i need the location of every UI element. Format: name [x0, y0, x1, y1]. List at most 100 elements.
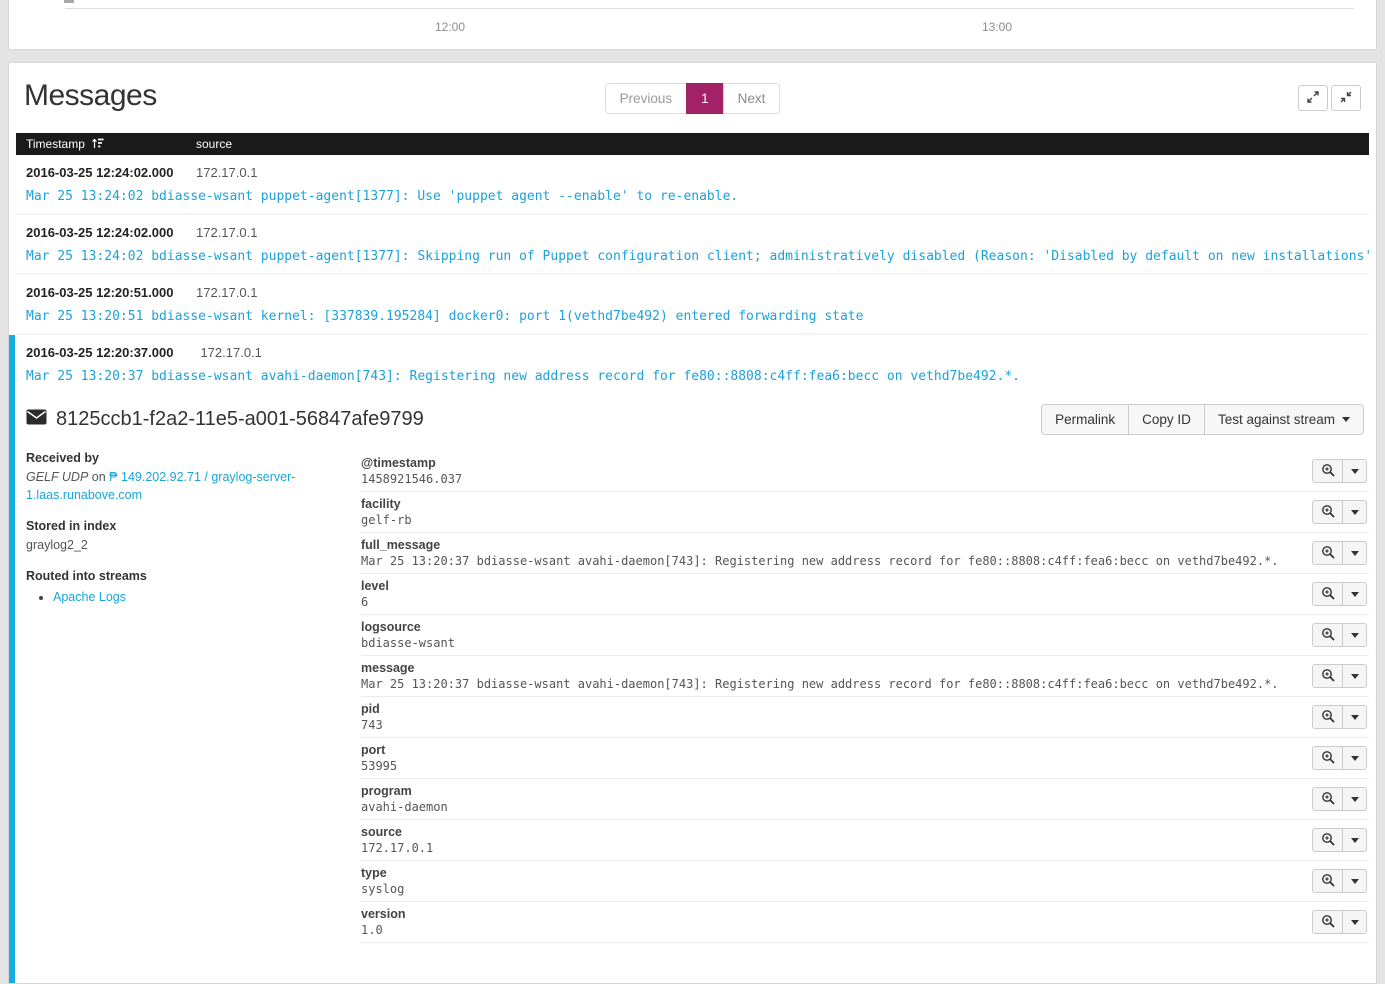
- chevron-down-icon: [1342, 417, 1350, 422]
- message-row[interactable]: 2016-03-25 12:24:02.000172.17.0.1Mar 25 …: [16, 215, 1369, 275]
- pagination: Previous 1 Next: [605, 83, 781, 114]
- field-name: full_message: [361, 538, 1299, 552]
- copy-id-button[interactable]: Copy ID: [1128, 404, 1205, 435]
- chevron-down-icon: [1351, 879, 1359, 884]
- stream-link[interactable]: Apache Logs: [53, 590, 126, 604]
- index-name: graylog2_2: [26, 536, 336, 554]
- magnifier-plus-icon: [1321, 463, 1335, 480]
- field-main: logsourcebdiasse-wsant: [361, 620, 1299, 650]
- pagination-next-button[interactable]: Next: [723, 83, 781, 114]
- message-timestamp: 2016-03-25 12:20:51.000: [26, 285, 196, 300]
- field-actions-dropdown[interactable]: [1342, 623, 1367, 647]
- envelope-icon: [26, 409, 47, 430]
- chevron-down-icon: [1351, 510, 1359, 515]
- field-row: messageMar 25 13:20:37 bdiasse-wsant ava…: [361, 656, 1369, 697]
- field-actions-dropdown[interactable]: [1342, 910, 1367, 934]
- field-name: source: [361, 825, 1299, 839]
- field-search-button[interactable]: [1312, 828, 1343, 852]
- field-value: 53995: [361, 759, 1299, 773]
- expand-panel-button[interactable]: [1298, 85, 1328, 111]
- routed-streams-label: Routed into streams: [26, 569, 336, 583]
- field-row: typesyslog: [361, 861, 1369, 902]
- field-search-button[interactable]: [1312, 623, 1343, 647]
- chevron-down-icon: [1351, 469, 1359, 474]
- message-text: Mar 25 13:24:02 bdiasse-wsant puppet-age…: [26, 189, 1369, 204]
- message-meta: 2016-03-25 12:24:02.000172.17.0.1: [26, 224, 1369, 242]
- field-actions-dropdown[interactable]: [1342, 746, 1367, 770]
- field-actions: [1313, 623, 1367, 647]
- field-search-button[interactable]: [1312, 869, 1343, 893]
- stored-in-index-section: Stored in index graylog2_2: [26, 519, 336, 554]
- field-search-button[interactable]: [1312, 705, 1343, 729]
- field-search-button[interactable]: [1312, 582, 1343, 606]
- field-row: facilitygelf-rb: [361, 492, 1369, 533]
- field-search-button[interactable]: [1312, 459, 1343, 483]
- field-actions-dropdown[interactable]: [1342, 869, 1367, 893]
- chevron-down-icon: [1351, 838, 1359, 843]
- message-source: 172.17.0.1: [196, 285, 257, 300]
- results-table-header: Timestamp source: [16, 133, 1369, 155]
- magnifier-plus-icon: [1321, 586, 1335, 603]
- column-header-timestamp[interactable]: Timestamp: [16, 137, 196, 152]
- message-source: 172.17.0.1: [196, 225, 257, 240]
- test-against-stream-dropdown[interactable]: Test against stream: [1204, 404, 1364, 435]
- message-actions: Permalink Copy ID Test against stream: [1042, 404, 1364, 435]
- field-main: version1.0: [361, 907, 1299, 937]
- chevron-down-icon: [1351, 756, 1359, 761]
- field-actions: [1313, 787, 1367, 811]
- field-search-button[interactable]: [1312, 746, 1343, 770]
- field-row: @timestamp1458921546.037: [361, 451, 1369, 492]
- field-main: pid743: [361, 702, 1299, 732]
- field-actions-dropdown[interactable]: [1342, 664, 1367, 688]
- stored-in-index-label: Stored in index: [26, 519, 336, 533]
- message-row[interactable]: 2016-03-25 12:24:02.000172.17.0.1Mar 25 …: [16, 155, 1369, 215]
- timestamp-column-label: Timestamp: [26, 137, 85, 151]
- stream-list-item: Apache Logs: [53, 588, 336, 606]
- field-search-button[interactable]: [1312, 664, 1343, 688]
- field-row: logsourcebdiasse-wsant: [361, 615, 1369, 656]
- message-row[interactable]: 2016-03-25 12:20:51.000172.17.0.1Mar 25 …: [16, 275, 1369, 335]
- field-row: programavahi-daemon: [361, 779, 1369, 820]
- pagination-previous-button[interactable]: Previous: [605, 83, 688, 114]
- field-main: facilitygelf-rb: [361, 497, 1299, 527]
- chevron-down-icon: [1351, 715, 1359, 720]
- x-axis-tick-label: 13:00: [982, 20, 1012, 34]
- field-value: 1.0: [361, 923, 1299, 937]
- field-search-button[interactable]: [1312, 787, 1343, 811]
- permalink-button[interactable]: Permalink: [1041, 404, 1129, 435]
- field-actions-dropdown[interactable]: [1342, 582, 1367, 606]
- message-timestamp: 2016-03-25 12:24:02.000: [26, 225, 196, 240]
- column-header-source[interactable]: source: [196, 137, 1369, 151]
- field-actions-dropdown[interactable]: [1342, 828, 1367, 852]
- chevron-down-icon: [1351, 633, 1359, 638]
- message-row-selected[interactable]: 2016-03-25 12:20:37.000 172.17.0.1 Mar 2…: [9, 335, 1369, 983]
- panel-gap: [0, 50, 1385, 62]
- field-actions: [1313, 869, 1367, 893]
- field-search-button[interactable]: [1312, 500, 1343, 524]
- field-main: port53995: [361, 743, 1299, 773]
- field-name: facility: [361, 497, 1299, 511]
- field-value: bdiasse-wsant: [361, 636, 1299, 650]
- field-actions-dropdown[interactable]: [1342, 705, 1367, 729]
- message-meta: 2016-03-25 12:20:37.000 172.17.0.1: [26, 344, 1369, 362]
- field-main: @timestamp1458921546.037: [361, 456, 1299, 486]
- pagination-page-1-button[interactable]: 1: [686, 83, 724, 114]
- field-search-button[interactable]: [1312, 541, 1343, 565]
- field-name: level: [361, 579, 1299, 593]
- message-text: Mar 25 13:20:37 bdiasse-wsant avahi-daem…: [26, 369, 1369, 384]
- field-actions-dropdown[interactable]: [1342, 541, 1367, 565]
- field-name: message: [361, 661, 1299, 675]
- histogram-bar-stub: [64, 0, 74, 3]
- message-id: 8125ccb1-f2a2-11e5-a001-56847afe9799: [56, 408, 424, 431]
- field-actions-dropdown[interactable]: [1342, 787, 1367, 811]
- message-timestamp: 2016-03-25 12:20:37.000: [26, 345, 196, 360]
- field-actions: [1313, 746, 1367, 770]
- field-search-button[interactable]: [1312, 910, 1343, 934]
- magnifier-plus-icon: [1321, 668, 1335, 685]
- field-actions-dropdown[interactable]: [1342, 459, 1367, 483]
- field-value: syslog: [361, 882, 1299, 896]
- field-actions-dropdown[interactable]: [1342, 500, 1367, 524]
- field-row: level6: [361, 574, 1369, 615]
- collapse-panel-button[interactable]: [1331, 85, 1361, 111]
- field-value: 172.17.0.1: [361, 841, 1299, 855]
